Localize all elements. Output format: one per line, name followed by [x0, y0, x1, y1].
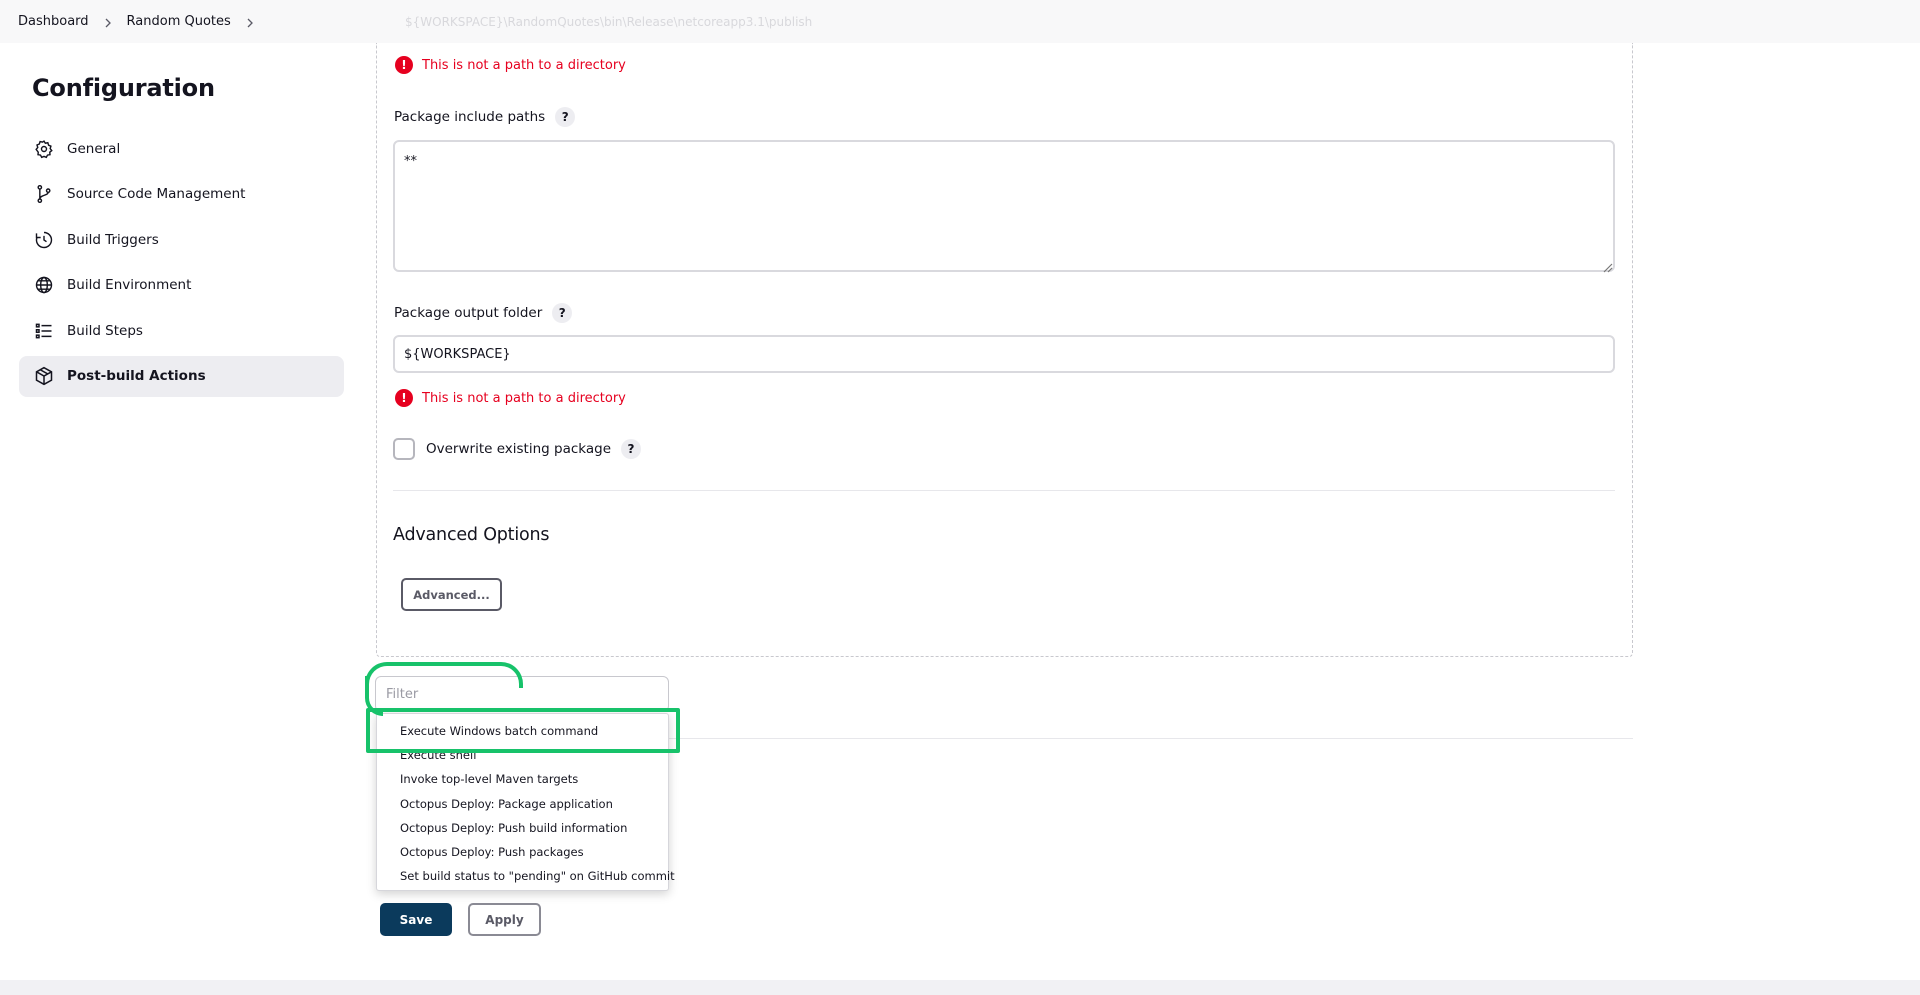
output-folder-label: Package output folder ? — [394, 303, 573, 323]
sidebar-item-label: Source Code Management — [67, 186, 246, 202]
breadcrumb: Dashboard Random Quotes ${WORKSPACE}\Ran… — [0, 0, 1920, 43]
error-message: ! This is not a path to a directory — [395, 56, 626, 74]
post-build-action-menu: Execute Windows batch command Execute sh… — [376, 713, 675, 891]
gear-icon — [33, 138, 55, 160]
menu-item-octopus-package[interactable]: Octopus Deploy: Package application — [377, 792, 668, 816]
menu-item-invoke-maven[interactable]: Invoke top-level Maven targets — [377, 767, 668, 791]
output-folder-input[interactable] — [393, 335, 1615, 373]
overwrite-package-label: Overwrite existing package ? — [426, 439, 641, 459]
error-icon: ! — [395, 56, 413, 74]
sidebar-item-build-steps[interactable]: Build Steps — [19, 310, 344, 351]
error-message: ! This is not a path to a directory — [395, 389, 626, 407]
advanced-button[interactable]: Advanced... — [401, 578, 502, 611]
git-branch-icon — [33, 183, 55, 205]
menu-item-execute-windows-batch[interactable]: Execute Windows batch command — [377, 719, 668, 743]
globe-icon — [33, 274, 55, 296]
clock-icon — [33, 229, 55, 251]
filter-input[interactable] — [375, 676, 669, 712]
error-icon: ! — [395, 389, 413, 407]
advanced-options-heading: Advanced Options — [393, 525, 550, 545]
sidebar-item-post-build-actions[interactable]: Post-build Actions — [19, 355, 344, 397]
faded-path-value: ${WORKSPACE}\RandomQuotes\bin\Release\ne… — [405, 15, 813, 29]
help-icon[interactable]: ? — [555, 107, 576, 127]
sidebar-item-source-code-management[interactable]: Source Code Management — [19, 174, 344, 215]
help-icon[interactable]: ? — [552, 303, 573, 323]
sidebar-item-build-environment[interactable]: Build Environment — [19, 265, 344, 306]
sidebar: Configuration General Source Code Manage… — [19, 74, 344, 401]
help-icon[interactable]: ? — [621, 439, 641, 459]
sidebar-item-build-triggers[interactable]: Build Triggers — [19, 219, 344, 260]
divider — [393, 490, 1615, 491]
footer — [0, 980, 1920, 995]
breadcrumb-random-quotes[interactable]: Random Quotes — [127, 14, 231, 29]
list-icon — [33, 320, 55, 342]
sidebar-item-label: General — [67, 140, 121, 157]
breadcrumb-dashboard[interactable]: Dashboard — [18, 14, 89, 29]
sidebar-item-label: Build Steps — [67, 322, 143, 339]
sidebar-item-general[interactable]: General — [19, 128, 344, 169]
menu-item-octopus-push-packages[interactable]: Octopus Deploy: Push packages — [377, 840, 668, 864]
sidebar-item-label: Post-build Actions — [67, 368, 206, 384]
divider — [669, 738, 1633, 739]
include-paths-textarea[interactable] — [393, 140, 1615, 272]
save-button[interactable]: Save — [380, 903, 452, 936]
menu-item-execute-shell[interactable]: Execute shell — [377, 743, 668, 767]
overwrite-package-checkbox[interactable] — [393, 438, 415, 460]
sidebar-item-label: Build Triggers — [67, 231, 159, 248]
chevron-right-icon — [104, 18, 112, 27]
chevron-right-icon[interactable] — [246, 18, 254, 27]
page-title: Configuration — [32, 74, 215, 102]
include-paths-label: Package include paths ? — [394, 107, 576, 127]
resize-handle-icon[interactable] — [1601, 258, 1613, 273]
apply-button[interactable]: Apply — [468, 903, 541, 936]
package-icon — [33, 365, 55, 387]
menu-item-github-pending-status[interactable]: Set build status to "pending" on GitHub … — [377, 864, 675, 888]
menu-item-octopus-push-build-info[interactable]: Octopus Deploy: Push build information — [377, 816, 668, 840]
sidebar-item-label: Build Environment — [67, 277, 192, 293]
